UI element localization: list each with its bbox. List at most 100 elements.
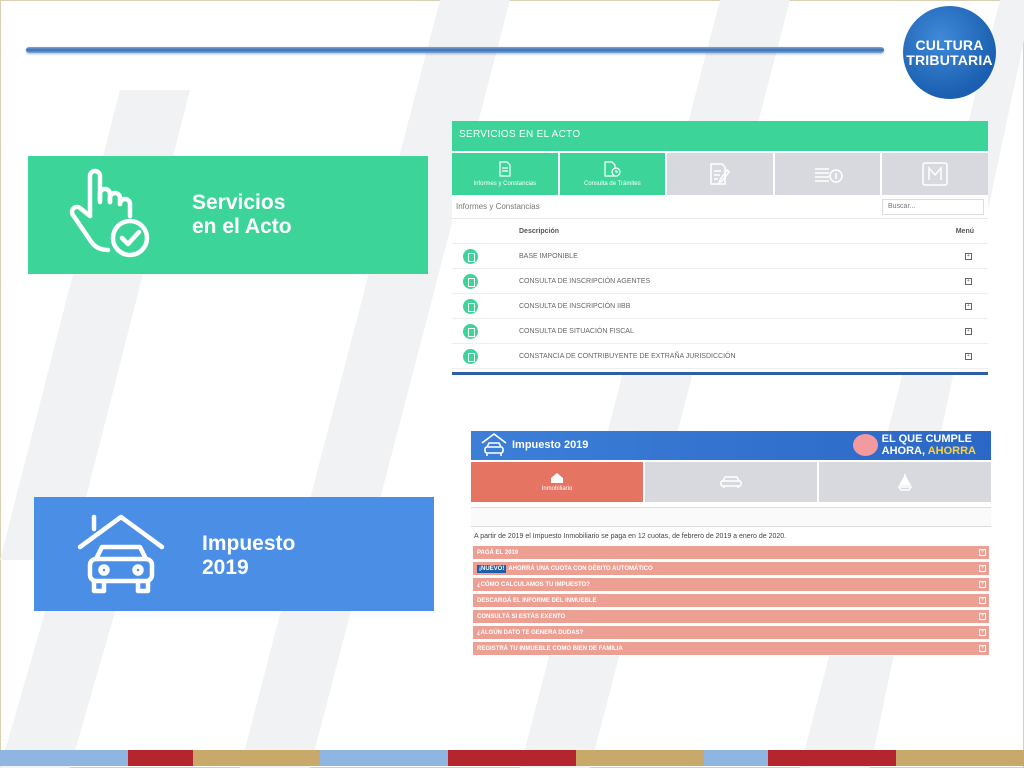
- house-icon: [551, 473, 563, 483]
- strip-segment: [128, 750, 193, 766]
- table-header: Descripción Menú: [452, 219, 988, 244]
- table-row[interactable]: CONSULTA DE INSCRIPCIÓN AGENTES +: [452, 269, 988, 294]
- slogan-line2b: AHORRA: [927, 445, 976, 457]
- boat-icon: [897, 474, 913, 491]
- accordion-item[interactable]: CONSULTÁ SI ESTÁS EXENTO +: [473, 610, 989, 623]
- section-title: Informes y Constancias: [456, 202, 540, 211]
- row-description: CONSULTA DE INSCRIPCIÓN IIBB: [519, 302, 631, 310]
- document-icon: [499, 161, 511, 177]
- search-input[interactable]: [882, 198, 984, 215]
- accordion-item[interactable]: ¿CÓMO CALCULAMOS TU IMPUESTO? +: [473, 578, 989, 591]
- table-row[interactable]: CONSTANCIA DE CONTRIBUYENTE DE EXTRAÑA J…: [452, 344, 988, 369]
- expand-icon[interactable]: +: [979, 581, 986, 588]
- strip-segment: [576, 750, 704, 766]
- footer-color-strip: [0, 750, 1024, 766]
- tab-embarcaciones[interactable]: [819, 462, 991, 502]
- table-row[interactable]: CONSULTA DE SITUACIÓN FISCAL +: [452, 319, 988, 344]
- accordion-item[interactable]: ¿ALGÚN DATO TE GENERA DUDAS? +: [473, 626, 989, 639]
- tab-label: Informes y Constancias: [473, 181, 537, 187]
- accordion-item[interactable]: PAGÁ EL 2019 +: [473, 546, 989, 559]
- impuesto-intro: A partir de 2019 el Impuesto Inmobiliari…: [474, 533, 787, 540]
- expand-icon[interactable]: +: [965, 327, 972, 335]
- tile-servicios-line1: Servicios: [192, 191, 286, 214]
- table-row[interactable]: BASE IMPONIBLE +: [452, 244, 988, 269]
- accordion-label: ¿CÓMO CALCULAMOS TU IMPUESTO?: [477, 581, 590, 588]
- document-icon: [463, 273, 478, 289]
- accordion-item[interactable]: REGISTRÁ TU INMUEBLE COMO BIEN DE FAMILI…: [473, 642, 989, 655]
- tab-automotor[interactable]: [645, 462, 817, 502]
- tab-label: Consulta de Trámites: [584, 181, 641, 187]
- tab-informes-constancias[interactable]: Informes y Constancias: [452, 153, 558, 195]
- hand-pointer-check-icon: [69, 168, 150, 258]
- expand-icon[interactable]: +: [965, 302, 972, 310]
- accordion-label: ¿ALGÚN DATO TE GENERA DUDAS?: [477, 629, 584, 636]
- tile-impuesto-line2: 2019: [202, 556, 249, 579]
- expand-icon[interactable]: +: [979, 645, 986, 652]
- servicios-panel-header: SERVICIOS EN EL ACTO: [452, 121, 988, 151]
- row-description: BASE IMPONIBLE: [519, 252, 578, 260]
- strip-segment: [896, 750, 1024, 766]
- expand-icon[interactable]: +: [979, 629, 986, 636]
- accordion-label: DESCARGÁ EL INFORME DEL INMUEBLE: [477, 597, 597, 604]
- impuesto-tabs: Inmobiliario: [471, 462, 991, 502]
- expand-icon[interactable]: +: [965, 277, 972, 285]
- servicios-tabs: Informes y Constancias Consulta de Trámi…: [452, 153, 988, 195]
- column-descripcion: Descripción: [519, 227, 560, 235]
- accordion-item[interactable]: ¡NUEVO! AHORRÁ UNA CUOTA CON DÉBITO AUTOM…: [473, 562, 989, 575]
- expand-icon[interactable]: +: [965, 252, 972, 260]
- coins-icon: [814, 168, 843, 183]
- impuesto-toolbar: [471, 507, 991, 527]
- accordion-label: REGISTRÁ TU INMUEBLE COMO BIEN DE FAMILI…: [477, 645, 623, 652]
- expand-icon[interactable]: +: [979, 597, 986, 604]
- house-car-icon: [481, 433, 507, 456]
- document-icon: [463, 298, 478, 314]
- document-edit-icon: [710, 163, 730, 185]
- panel-bottom-rule: [452, 372, 988, 375]
- row-description: CONSULTA DE SITUACIÓN FISCAL: [519, 327, 634, 335]
- expand-icon[interactable]: +: [979, 549, 986, 556]
- slogan-line2a: AHORA,: [881, 445, 928, 457]
- servicios-panel: SERVICIOS EN EL ACTO Informes y Constanc…: [452, 121, 988, 375]
- logo-line2: TRIBUTARIA: [906, 51, 993, 68]
- table-row[interactable]: CONSULTA DE INSCRIPCIÓN IIBB +: [452, 294, 988, 319]
- house-car-icon: [77, 514, 165, 594]
- strip-segment: [320, 750, 448, 766]
- tab-label: Inmobiliario: [541, 486, 573, 492]
- tab-inmobiliario[interactable]: Inmobiliario: [471, 462, 643, 502]
- tab-consulta-tramites[interactable]: Consulta de Trámites: [559, 153, 666, 195]
- strip-segment: [193, 750, 320, 766]
- tile-servicios-line2: en el Acto: [192, 215, 292, 238]
- impuesto-panel-title: Impuesto 2019: [512, 439, 589, 451]
- servicios-subheader: Informes y Constancias: [452, 195, 988, 219]
- strip-segment: [768, 750, 896, 766]
- car-icon: [720, 476, 742, 488]
- row-description: CONSTANCIA DE CONTRIBUYENTE DE EXTRAÑA J…: [519, 352, 736, 360]
- expand-icon[interactable]: +: [965, 352, 972, 360]
- document-icon: [463, 248, 478, 264]
- tab-documento-edicion[interactable]: [667, 153, 773, 195]
- tab-m[interactable]: [882, 153, 988, 195]
- accordion-label: PAGÁ EL 2019: [477, 549, 519, 556]
- column-menu: Menú: [955, 227, 974, 235]
- strip-segment: [704, 750, 768, 766]
- document-clock-icon: [604, 161, 621, 177]
- accordion-label: CONSULTÁ SI ESTÁS EXENTO: [477, 613, 566, 620]
- accordion-item[interactable]: DESCARGÁ EL INFORME DEL INMUEBLE +: [473, 594, 989, 607]
- expand-icon[interactable]: +: [979, 613, 986, 620]
- cultura-tributaria-logo: CULTURA TRIBUTARIA: [903, 6, 996, 99]
- header-rule: [26, 47, 884, 53]
- row-description: CONSULTA DE INSCRIPCIÓN AGENTES: [519, 277, 651, 285]
- tile-impuesto-line1: Impuesto: [202, 532, 296, 555]
- tab-pagos[interactable]: [774, 153, 881, 195]
- logo-line1: CULTURA: [915, 36, 984, 53]
- slogan-line1: EL QUE CUMPLE: [881, 433, 972, 445]
- impuesto-panel-header: Impuesto 2019 EL QUE CUMPLE AHORA, AHORR…: [471, 431, 991, 460]
- document-icon: [463, 348, 478, 364]
- nuevo-badge: ¡NUEVO!: [477, 564, 507, 573]
- impuesto-2019-tile[interactable]: Impuesto 2019: [34, 497, 434, 611]
- slogan: EL QUE CUMPLE AHORA, AHORRA: [882, 433, 976, 457]
- servicios-en-el-acto-tile[interactable]: Servicios en el Acto: [28, 156, 428, 274]
- expand-icon[interactable]: +: [979, 565, 986, 572]
- accordion-label: AHORRÁ UNA CUOTA CON DÉBITO AUTOMÁTICO: [508, 565, 653, 572]
- piggy-bank-icon: [853, 434, 878, 456]
